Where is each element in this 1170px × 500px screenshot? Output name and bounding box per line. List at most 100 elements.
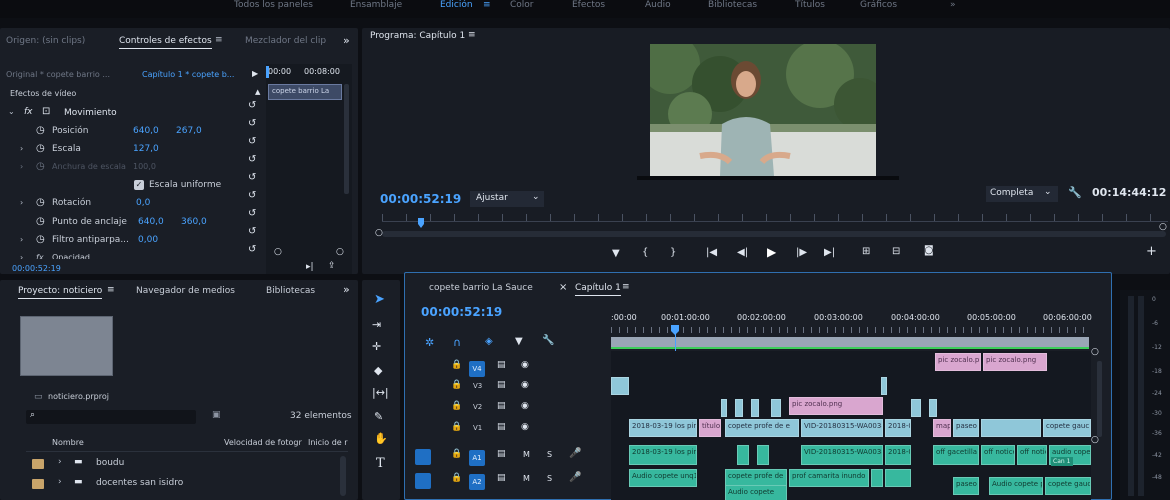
fx-badge[interactable]: fx — [24, 107, 33, 117]
tab-menu-icon[interactable]: ≡ — [622, 282, 630, 292]
mini-scrollbar[interactable] — [344, 84, 349, 194]
lift-icon[interactable]: ⊞ — [862, 246, 870, 257]
mute-button[interactable]: M — [523, 474, 530, 483]
clip[interactable] — [757, 445, 769, 465]
type-tool-icon[interactable]: T — [376, 456, 385, 471]
timeline-vscroll[interactable] — [1097, 361, 1102, 437]
tab-clip-mixer[interactable]: Mezclador del clip — [245, 36, 326, 46]
solo-button[interactable]: S — [547, 450, 552, 459]
track-label[interactable]: V3 — [473, 382, 482, 390]
clip[interactable]: pic zocalo.png — [789, 397, 883, 415]
tab-menu-icon[interactable]: ≡ — [107, 285, 115, 295]
pen-tool-icon[interactable]: ✎ — [374, 410, 383, 423]
expand-icon[interactable]: › — [20, 231, 23, 249]
zoom-handle-right[interactable]: ○ — [1159, 222, 1167, 232]
clip[interactable] — [981, 419, 1041, 437]
workspace-tab-editing[interactable]: Edición — [440, 0, 473, 10]
play-icon[interactable]: ▶ — [767, 245, 776, 259]
add-button-icon[interactable]: + — [1146, 244, 1157, 259]
camera-icon[interactable]: ◙ — [924, 245, 934, 256]
mute-button[interactable]: M — [523, 450, 530, 459]
snap-icon[interactable]: ✲ — [425, 336, 434, 349]
sync-lock-icon[interactable]: ▤ — [497, 380, 506, 390]
clip[interactable]: off notici — [1017, 445, 1047, 465]
mark-out-icon[interactable]: } — [670, 247, 676, 258]
effect-controls-timecode[interactable]: 00:00:52:19 — [12, 264, 61, 273]
lock-icon[interactable]: 🔒 — [451, 473, 462, 483]
reset-icon[interactable]: ↺ — [248, 172, 256, 183]
tab-menu-icon[interactable]: ≡ — [215, 35, 223, 45]
workspace-tab-effects[interactable]: Efectos — [572, 0, 605, 10]
scroll-up-icon[interactable]: ▲ — [255, 88, 260, 96]
prop-value-x[interactable]: 640,0 — [138, 213, 164, 231]
program-timecode[interactable]: 00:00:52:19 — [380, 192, 461, 206]
workspace-more-icon[interactable]: » — [950, 0, 956, 10]
hand-tool-icon[interactable]: ✋ — [374, 432, 388, 445]
stopwatch-icon[interactable]: ◷ — [36, 194, 45, 212]
fx-badge[interactable]: fx — [36, 249, 44, 259]
clip[interactable] — [881, 377, 887, 395]
go-to-out-icon[interactable]: ▶| — [824, 247, 835, 258]
tab-media-browser[interactable]: Navegador de medios — [136, 286, 235, 296]
stopwatch-icon[interactable]: ◷ — [36, 140, 45, 158]
clip[interactable] — [611, 377, 629, 395]
reset-icon[interactable]: ↺ — [248, 118, 256, 129]
reset-icon[interactable]: ↺ — [248, 154, 256, 165]
clip[interactable] — [721, 399, 727, 417]
column-start[interactable]: Inicio de r — [308, 438, 348, 447]
program-zoom-bar[interactable] — [382, 231, 1166, 237]
clip[interactable]: pic zocalo.png — [983, 353, 1047, 371]
sync-lock-icon[interactable]: ▤ — [497, 473, 506, 483]
clip[interactable]: 2018-03-19 los pinos — [629, 445, 697, 465]
lock-icon[interactable]: 🔒 — [451, 360, 462, 370]
track-target[interactable]: A1 — [469, 450, 485, 466]
clip[interactable]: 2018-0 — [885, 419, 911, 437]
workspace-tab-audio[interactable]: Audio — [645, 0, 671, 10]
track-source-a2[interactable] — [415, 473, 431, 489]
clip[interactable]: off gacetilla — [933, 445, 979, 465]
tab-source[interactable]: Origen: (sin clips) — [6, 36, 85, 46]
clip[interactable]: Audio copete — [725, 485, 787, 500]
clip[interactable] — [737, 445, 749, 465]
keyframe-circle-icon[interactable]: ○ — [274, 247, 282, 257]
workspace-tab-assembly[interactable]: Ensamblaje — [350, 0, 402, 10]
step-forward-icon[interactable]: |▶ — [796, 247, 807, 258]
step-back-icon[interactable]: ◀| — [737, 247, 748, 258]
tab-effect-controls[interactable]: Controles de efectos — [119, 36, 212, 49]
project-thumbnail[interactable] — [20, 316, 113, 376]
sync-lock-icon[interactable]: ▤ — [497, 449, 506, 459]
track-select-tool-icon[interactable]: ⇥ — [372, 318, 381, 331]
clip[interactable]: VID-20180315-WA0038 — [801, 445, 883, 465]
clip[interactable] — [735, 399, 743, 417]
track-label[interactable]: V2 — [473, 403, 482, 411]
clip[interactable]: pic zocalo.p — [935, 353, 981, 371]
list-item[interactable]: › ▬ boudu — [26, 456, 340, 474]
selection-tool-icon[interactable]: ➤ — [374, 292, 385, 307]
project-scrollbar[interactable] — [340, 456, 346, 496]
zoom-handle-left[interactable]: ○ — [375, 228, 383, 238]
eye-icon[interactable]: ◉ — [521, 360, 529, 370]
add-marker-icon[interactable]: ▼ — [612, 248, 620, 259]
mini-playhead[interactable] — [266, 66, 269, 78]
clip[interactable]: título — [699, 419, 721, 437]
clip[interactable]: off notice — [981, 445, 1015, 465]
new-bin-icon[interactable]: ▣ — [212, 410, 221, 420]
prop-value[interactable]: 0,00 — [138, 231, 158, 249]
source-clip-name[interactable]: Original * copete barrio ... — [6, 70, 110, 79]
close-tab-icon[interactable]: × — [559, 282, 567, 293]
expand-icon[interactable]: › — [20, 194, 23, 212]
clip[interactable]: paseo — [953, 419, 979, 437]
stopwatch-icon[interactable]: ◷ — [36, 122, 45, 140]
program-menu-icon[interactable]: ≡ — [468, 30, 476, 40]
tab-libraries[interactable]: Bibliotecas — [266, 286, 315, 296]
clip[interactable] — [885, 469, 911, 487]
eye-icon[interactable]: ◉ — [521, 401, 529, 411]
expand-motion-icon[interactable]: ⌄ — [8, 107, 15, 116]
go-to-in-icon[interactable]: |◀ — [706, 247, 717, 258]
panel-more-icon[interactable]: » — [343, 283, 350, 296]
clip[interactable]: prof camarita inundo mu — [789, 469, 869, 487]
expand-icon[interactable]: › — [20, 158, 23, 176]
clip[interactable]: VID-20180315-WA0038 — [801, 419, 883, 437]
stopwatch-icon[interactable]: ◷ — [36, 213, 45, 231]
clip[interactable]: copete profe de e — [725, 419, 799, 437]
